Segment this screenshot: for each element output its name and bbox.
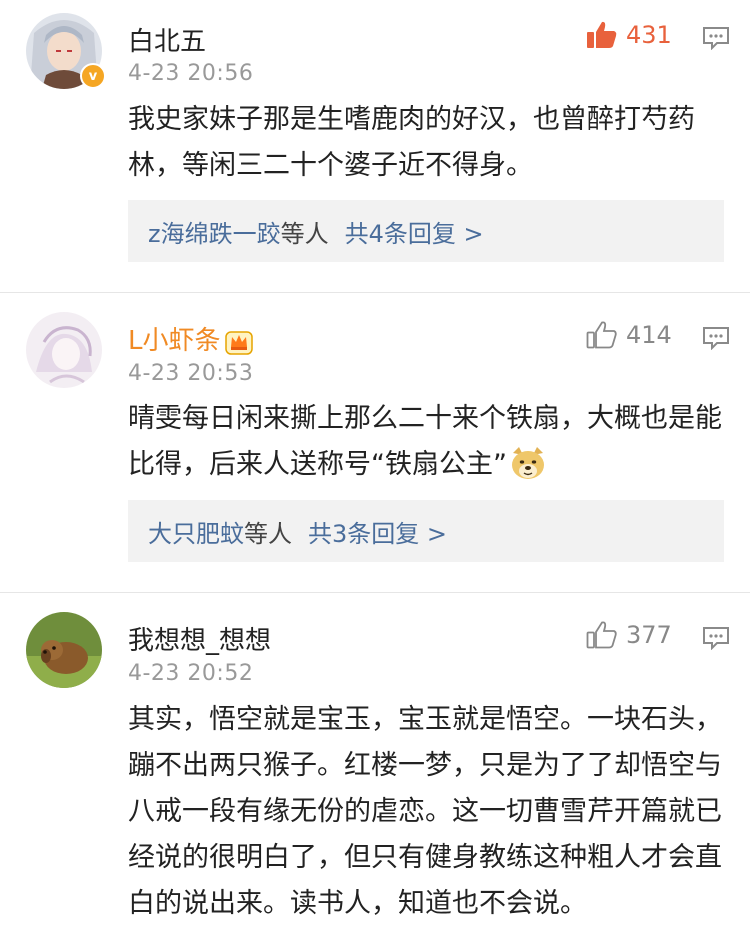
thumbs-up-icon [587, 21, 617, 48]
divider [0, 292, 750, 293]
avatar[interactable] [26, 612, 102, 688]
like-count: 377 [626, 621, 672, 649]
like-button[interactable]: 377 [586, 620, 672, 650]
reply-count-link[interactable]: 共4条回复 > [345, 214, 484, 249]
verified-badge-icon: v [80, 63, 106, 89]
avatar[interactable] [26, 312, 102, 388]
comment-icon[interactable] [702, 26, 730, 50]
like-count: 414 [626, 321, 672, 349]
comment-text: 我史家妹子那是生嗜鹿肉的好汉，也曾醉打芍药林，等闲三二十个婆子近不得身。 [128, 104, 695, 181]
reply-etal: 等人 [280, 219, 329, 248]
timestamp: 4-23 20:56 [128, 61, 254, 86]
comment-icon[interactable] [702, 326, 730, 350]
thumbs-up-icon [586, 321, 617, 349]
timestamp: 4-23 20:52 [128, 661, 254, 686]
thumbs-up-icon [586, 621, 617, 649]
reply-summary[interactable]: 大只肥蚊 等人 共3条回复 > [128, 500, 724, 562]
comment-text-body: 晴雯每日闲来撕上那么二十来个铁扇，大概也是能比得，后来人送称号“铁扇公主” [128, 403, 722, 480]
crown-icon [224, 330, 253, 355]
reply-etal: 等人 [244, 519, 292, 548]
reply-user-link[interactable]: z海绵跌一跤 [148, 214, 281, 249]
reply-user-link[interactable]: 大只肥蚊 [148, 514, 244, 549]
username[interactable]: L小虾条 [128, 320, 253, 357]
like-count: 431 [626, 21, 672, 49]
username[interactable]: 白北五 [128, 21, 206, 58]
username[interactable]: 我想想_想想 [128, 620, 271, 657]
reply-count-link[interactable]: 共3条回复 > [308, 514, 447, 549]
comment-icon[interactable] [702, 626, 730, 650]
doge-emoji-icon [511, 447, 544, 479]
comment-text: 其实，悟空就是宝玉，宝玉就是悟空。一块石头，蹦不出两只猴子。红楼一梦，只是为了了… [128, 704, 722, 919]
comment-text: 晴雯每日闲来撕上那么二十来个铁扇，大概也是能比得，后来人送称号“铁扇公主” [128, 396, 728, 488]
like-button[interactable]: 431 [586, 20, 672, 50]
reply-summary[interactable]: z海绵跌一跤 等人 共4条回复 > [128, 200, 724, 262]
username-text: L小虾条 [128, 326, 221, 356]
divider [0, 592, 750, 593]
like-button[interactable]: 414 [586, 320, 672, 350]
timestamp: 4-23 20:53 [128, 361, 254, 386]
